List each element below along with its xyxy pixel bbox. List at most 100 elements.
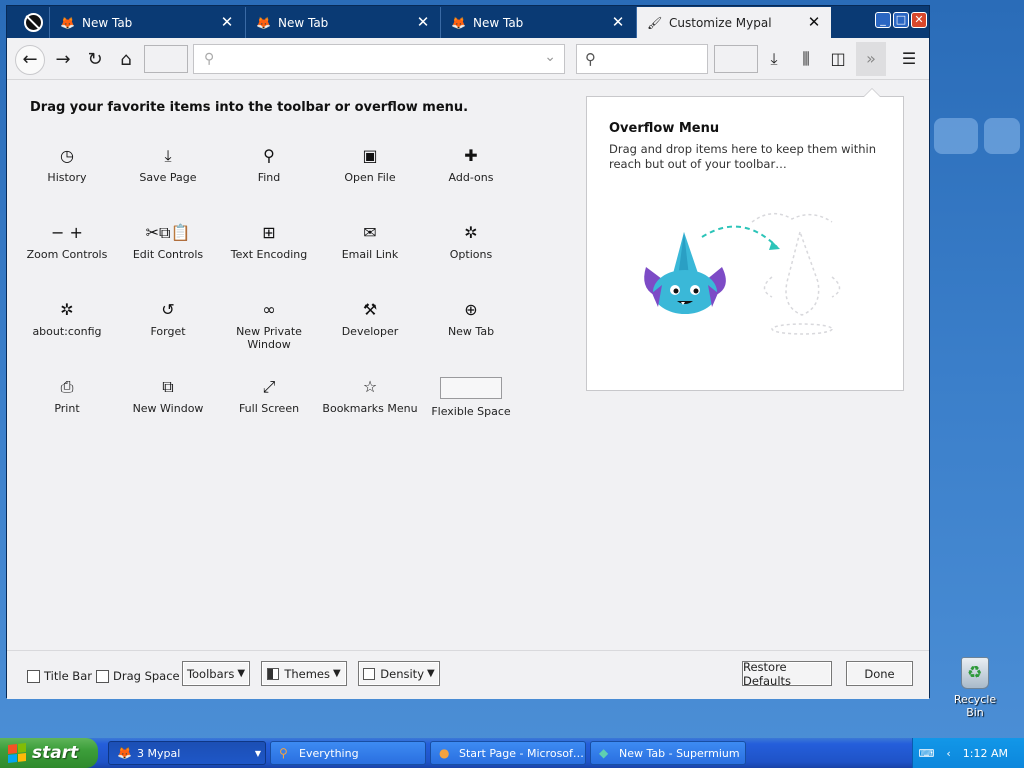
overflow-title: Overflow Menu	[609, 121, 720, 136]
maximize-button[interactable]: □	[893, 12, 909, 28]
palette-item-new-tab[interactable]: ⊕ New Tab	[421, 300, 521, 338]
tab-label: New Tab	[278, 15, 329, 30]
new-window-icon: ⧉	[162, 377, 174, 396]
palette-item-new-private-window[interactable]: ∞ New Private Window	[219, 300, 319, 351]
chevron-down-icon: ▼	[254, 748, 261, 758]
mypal-favicon-icon: 🦊	[451, 15, 466, 30]
email-icon: ✉	[363, 223, 377, 242]
palette-item-new-window[interactable]: ⧉ New Window	[118, 377, 218, 415]
home-button[interactable]: ⌂	[113, 47, 139, 73]
save-page-icon: ⤓	[164, 146, 172, 165]
edit-icon: ✂⧉📋	[145, 223, 191, 242]
palette-item-add-ons[interactable]: ✚ Add-ons	[421, 146, 521, 184]
windows-logo-icon	[8, 743, 26, 763]
hamburger-menu-icon[interactable]: ☰	[897, 47, 921, 71]
palette-item-forget[interactable]: ↺ Forget	[118, 300, 218, 338]
toolbar-flexible-space[interactable]	[144, 45, 188, 73]
chevron-down-icon[interactable]: ⌄	[544, 49, 556, 65]
private-browsing-icon[interactable]	[21, 11, 45, 33]
overflow-menu-panel[interactable]: Overflow Menu Drag and drop items here t…	[586, 88, 904, 391]
mypal-favicon-icon: 🦊	[256, 15, 271, 30]
puzzle-icon: ✚	[464, 146, 478, 165]
encoding-icon: ⊞	[262, 223, 276, 242]
clock[interactable]: 1:12 AM	[963, 747, 1008, 760]
checkbox-box[interactable]	[27, 669, 40, 683]
magnifier-icon: ⚲	[279, 746, 288, 760]
library-icon[interactable]: ⫼	[794, 47, 818, 71]
toolbars-dropdown[interactable]: Toolbars ▼	[182, 661, 250, 686]
downloads-icon[interactable]: ⤓	[762, 47, 786, 71]
drag-space-checkbox[interactable]: Drag Space	[96, 669, 180, 683]
density-dropdown[interactable]: Density ▼	[358, 661, 440, 686]
density-icon	[363, 667, 376, 680]
palette-item-history[interactable]: ◷ History	[17, 146, 117, 184]
overflow-description: Drag and drop items here to keep them wi…	[609, 142, 877, 171]
palette-item-flexible-space[interactable]: Flexible Space	[421, 377, 521, 418]
recycle-bin-icon	[961, 657, 989, 689]
search-icon: ⚲	[204, 51, 215, 67]
palette-item-options[interactable]: ✲ Options	[421, 223, 521, 261]
done-button[interactable]: Done	[846, 661, 913, 686]
browser-window: 🦊 New Tab ✕ 🦊 New Tab ✕ 🦊 New Tab ✕ 🖌 Cu…	[6, 5, 930, 699]
chevron-down-icon: ▼	[427, 668, 435, 679]
minimize-button[interactable]: _	[875, 12, 891, 28]
url-bar[interactable]: ⚲ ⌄	[193, 44, 565, 74]
tab-label: Customize Mypal	[669, 15, 772, 30]
find-icon: ⚲	[263, 146, 275, 165]
close-window-button[interactable]: ✕	[911, 12, 927, 28]
palette-item-text-encoding[interactable]: ⊞ Text Encoding	[219, 223, 319, 261]
mask-icon: ∞	[262, 300, 276, 319]
palette-item-email-link[interactable]: ✉ Email Link	[320, 223, 420, 261]
tab-close-icon[interactable]: ✕	[611, 15, 625, 30]
themes-dropdown[interactable]: Themes ▼	[261, 661, 347, 686]
palette-item-print[interactable]: ⎙ Print	[17, 377, 117, 415]
recycle-bin[interactable]: Recycle Bin	[944, 657, 1006, 719]
palette-item-save-page[interactable]: ⤓ Save Page	[118, 146, 218, 184]
flexible-space-box	[440, 377, 502, 399]
palette-item-find[interactable]: ⚲ Find	[219, 146, 319, 184]
forward-button[interactable]: →	[50, 47, 76, 73]
gear-icon: ✲	[464, 223, 478, 242]
tab-customize[interactable]: 🖌 Customize Mypal ✕	[636, 7, 831, 38]
keyboard-icon[interactable]: ⌨	[918, 747, 934, 760]
overflow-dragon-illustration	[644, 213, 841, 335]
back-button[interactable]: ←	[15, 45, 45, 75]
clock-icon: ◷	[60, 146, 74, 165]
task-supermium[interactable]: ◆ New Tab - Supermium	[590, 741, 746, 765]
search-input[interactable]: ⚲	[576, 44, 708, 74]
start-button[interactable]: start	[0, 738, 98, 768]
reload-button[interactable]: ↻	[82, 47, 108, 73]
sidebar-icon[interactable]: ◫	[826, 47, 850, 71]
palette-item-developer[interactable]: ⚒ Developer	[320, 300, 420, 338]
palette-item-bookmarks-menu[interactable]: ☆ Bookmarks Menu	[320, 377, 420, 415]
task-everything[interactable]: ⚲ Everything	[270, 741, 426, 765]
title-bar-checkbox[interactable]: Title Bar	[27, 669, 92, 683]
supermium-icon: ◆	[599, 746, 609, 760]
tab-new-tab-3[interactable]: 🦊 New Tab ✕	[440, 7, 635, 38]
mypal-favicon-icon: 🦊	[60, 15, 75, 30]
desktop-tile	[984, 118, 1020, 154]
toolbar-flexible-space[interactable]	[714, 45, 758, 73]
palette-item-edit-controls[interactable]: ✂⧉📋 Edit Controls	[118, 223, 218, 261]
overflow-menu-button[interactable]: »	[856, 42, 886, 76]
bookmarks-icon: ☆	[362, 377, 378, 396]
tab-new-tab-2[interactable]: 🦊 New Tab ✕	[245, 7, 440, 38]
tab-new-tab-1[interactable]: 🦊 New Tab ✕	[49, 7, 244, 38]
task-mypal[interactable]: 🦊 3 Mypal ▼	[108, 741, 266, 765]
palette-item-zoom-controls[interactable]: − + Zoom Controls	[17, 223, 117, 261]
tab-close-icon[interactable]: ✕	[807, 15, 821, 30]
window-controls: _ □ ✕	[875, 12, 927, 28]
tab-close-icon[interactable]: ✕	[416, 15, 430, 30]
palette-item-open-file[interactable]: ▣ Open File	[320, 146, 420, 184]
browser-icon: ●	[439, 746, 450, 760]
restore-defaults-button[interactable]: Restore Defaults	[742, 660, 832, 688]
tab-close-icon[interactable]: ✕	[220, 15, 234, 30]
palette-item-about-config[interactable]: ✲ about:config	[17, 300, 117, 338]
new-tab-icon: ⊕	[464, 300, 478, 319]
palette-item-full-screen[interactable]: ⤢ Full Screen	[219, 377, 319, 415]
zoom-icon: − +	[51, 223, 83, 242]
task-start-page[interactable]: ● Start Page - Microsof…	[430, 741, 586, 765]
tray-chevron-icon[interactable]: ‹	[946, 747, 950, 760]
tab-bar: 🦊 New Tab ✕ 🦊 New Tab ✕ 🦊 New Tab ✕ 🖌 Cu…	[7, 6, 929, 38]
checkbox-box[interactable]	[96, 669, 109, 683]
